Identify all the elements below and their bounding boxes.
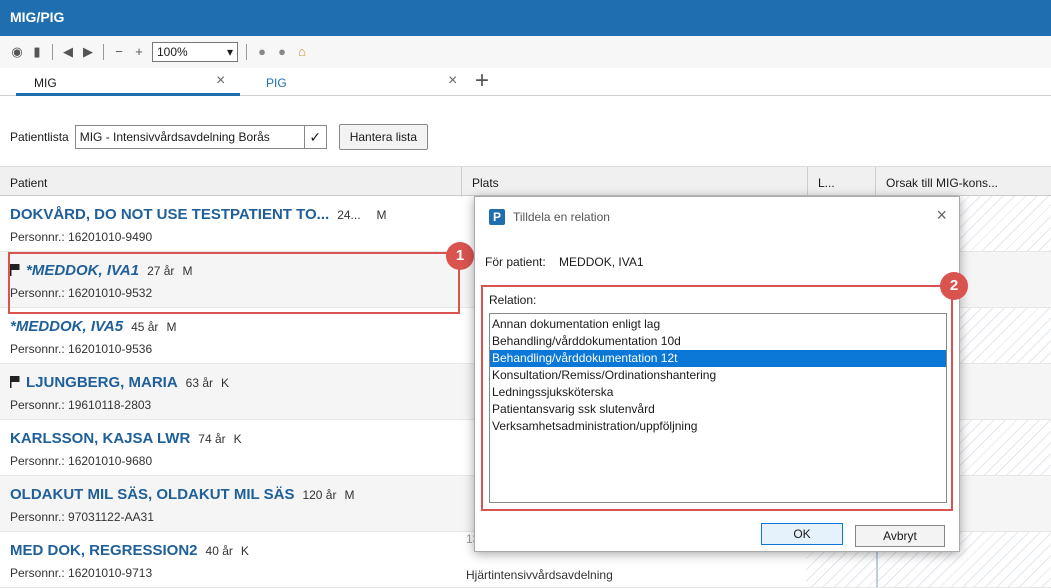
- toolbar: ◉ ▮ ◀ ▶ − + 100% ▾ ● ● ⌂: [0, 36, 1051, 68]
- relation-box: Relation: Annan dokumentation enligt lag…: [481, 285, 953, 511]
- column-l[interactable]: L...: [808, 167, 876, 197]
- toolbar-divider: [246, 44, 247, 60]
- prev-icon[interactable]: ◀: [61, 45, 75, 59]
- flag-icon: [10, 376, 20, 388]
- patient-list-label: Patientlista: [10, 130, 69, 144]
- relation-option[interactable]: Behandling/vårddokumentation 10d: [490, 333, 946, 350]
- grid-header: Patient Plats L... Orsak till MIG-kons..…: [0, 166, 1051, 197]
- patient-name: MED DOK, REGRESSION2 40 år K: [10, 542, 249, 559]
- zoom-in-icon[interactable]: +: [132, 45, 146, 59]
- step-badge-2: 2: [940, 272, 968, 300]
- zoom-select[interactable]: 100% ▾: [152, 42, 238, 62]
- manage-list-button[interactable]: Hantera lista: [338, 124, 429, 150]
- close-icon[interactable]: ×: [936, 205, 947, 226]
- relation-option[interactable]: Verksamhetsadministration/uppföljning: [490, 418, 946, 435]
- relation-label: Relation:: [489, 293, 537, 307]
- step-badge-1: 1: [446, 242, 474, 270]
- circle-icon[interactable]: ●: [275, 45, 289, 59]
- patient-name-text: OLDAKUT MIL SÄS, OLDAKUT MIL SÄS: [10, 486, 295, 503]
- patient-age: 74 år: [198, 432, 226, 446]
- next-icon[interactable]: ▶: [81, 45, 95, 59]
- patient-sex: M: [376, 208, 387, 222]
- tab-mig[interactable]: MIG ×: [16, 68, 240, 96]
- assign-relation-dialog: P Tilldela en relation × För patient: ME…: [474, 196, 960, 552]
- patient-list-filter: Patientlista MIG - Intensivvårdsavdelnin…: [0, 122, 1051, 152]
- close-icon[interactable]: ×: [448, 72, 457, 90]
- patient-pnr: Personnr.: 19610118-2803: [10, 398, 152, 412]
- toolbar-divider: [52, 44, 53, 60]
- patient-age: 120 år: [302, 488, 337, 502]
- close-icon[interactable]: ×: [216, 72, 225, 90]
- app-title: MIG/PIG: [0, 0, 1051, 36]
- for-patient-value: MEDDOK, IVA1: [559, 255, 644, 269]
- patient-sex: K: [233, 432, 242, 446]
- relation-option[interactable]: Ledningssjuksköterska: [490, 384, 946, 401]
- patient-list-selected: MIG - Intensivvårdsavdelning Borås: [79, 130, 270, 144]
- patient-name: *MEDDOK, IVA5 45 år M: [10, 318, 176, 335]
- patient-age: 24...: [337, 208, 361, 222]
- patient-pnr: Personnr.: 16201010-9536: [10, 342, 153, 356]
- column-patient[interactable]: Patient: [0, 167, 462, 197]
- highlight-selected-patient: [8, 252, 460, 314]
- binoculars-icon[interactable]: ◉: [10, 45, 24, 59]
- patient-name-text: MED DOK, REGRESSION2: [10, 542, 198, 559]
- zoom-out-icon[interactable]: −: [112, 45, 126, 59]
- tab-label: MIG: [34, 76, 57, 90]
- patient-sex: K: [221, 376, 230, 390]
- relation-option[interactable]: Annan dokumentation enligt lag: [490, 316, 946, 333]
- patient-name: LJUNGBERG, MARIA 63 år K: [10, 374, 229, 391]
- patient-pnr: Personnr.: 16201010-9490: [10, 230, 153, 244]
- patient-name: DOKVÅRD, DO NOT USE TESTPATIENT TO... 24.…: [10, 206, 387, 223]
- patient-name: OLDAKUT MIL SÄS, OLDAKUT MIL SÄS 120 år M: [10, 486, 354, 503]
- tab-label: PIG: [266, 76, 287, 90]
- for-patient: För patient: MEDDOK, IVA1: [485, 255, 644, 269]
- patient-list-select[interactable]: MIG - Intensivvårdsavdelning Borås ✓: [74, 125, 327, 149]
- circle-icon[interactable]: ●: [255, 45, 269, 59]
- relation-option[interactable]: Patientansvarig ssk slutenvård: [490, 401, 946, 418]
- tab-pig[interactable]: PIG ×: [248, 68, 468, 96]
- ok-button[interactable]: OK: [761, 523, 843, 545]
- dialog-title: Tilldela en relation: [513, 210, 610, 224]
- column-place[interactable]: Plats: [462, 167, 808, 197]
- tab-bar: MIG × PIG × +: [0, 68, 1051, 96]
- patient-age: 40 år: [205, 544, 233, 558]
- chevron-down-icon: ▾: [226, 45, 233, 59]
- zoom-value: 100%: [157, 45, 188, 59]
- patient-name: KARLSSON, KAJSA LWR 74 år K: [10, 430, 242, 447]
- relation-listbox[interactable]: Annan dokumentation enligt lag Behandlin…: [489, 313, 947, 503]
- patient-age: 63 år: [185, 376, 214, 390]
- patient-pnr: Personnr.: 16201010-9680: [10, 454, 153, 468]
- patient-name-text: DOKVÅRD, DO NOT USE TESTPATIENT TO...: [10, 206, 330, 223]
- patient-pnr: Personnr.: 97031122-AA31: [10, 510, 154, 524]
- column-reason[interactable]: Orsak till MIG-kons...: [876, 167, 1051, 197]
- patient-name-text: *MEDDOK, IVA5: [10, 318, 124, 335]
- patient-sex: M: [344, 488, 355, 502]
- app-logo-icon: P: [489, 209, 505, 225]
- for-patient-label: För patient:: [485, 255, 546, 269]
- cancel-button[interactable]: Avbryt: [855, 525, 945, 547]
- relation-option-selected[interactable]: Behandling/vårddokumentation 12t: [490, 350, 946, 367]
- patient-sex: K: [240, 544, 249, 558]
- patient-name-text: KARLSSON, KAJSA LWR: [10, 430, 191, 447]
- dialog-title-bar: P Tilldela en relation: [489, 209, 610, 225]
- place-ward: Hjärtintensivvårdsavdelning: [466, 568, 613, 582]
- relation-option[interactable]: Konsultation/Remiss/Ordinationshantering: [490, 367, 946, 384]
- chevron-down-icon: ✓: [303, 126, 326, 148]
- page-icon[interactable]: ▮: [30, 45, 44, 59]
- patient-name-text: LJUNGBERG, MARIA: [26, 374, 178, 391]
- home-icon[interactable]: ⌂: [295, 45, 309, 59]
- patient-pnr: Personnr.: 16201010-9713: [10, 566, 153, 580]
- toolbar-divider: [103, 44, 104, 60]
- patient-sex: M: [166, 320, 177, 334]
- patient-age: 45 år: [131, 320, 159, 334]
- add-tab-icon[interactable]: +: [475, 68, 489, 94]
